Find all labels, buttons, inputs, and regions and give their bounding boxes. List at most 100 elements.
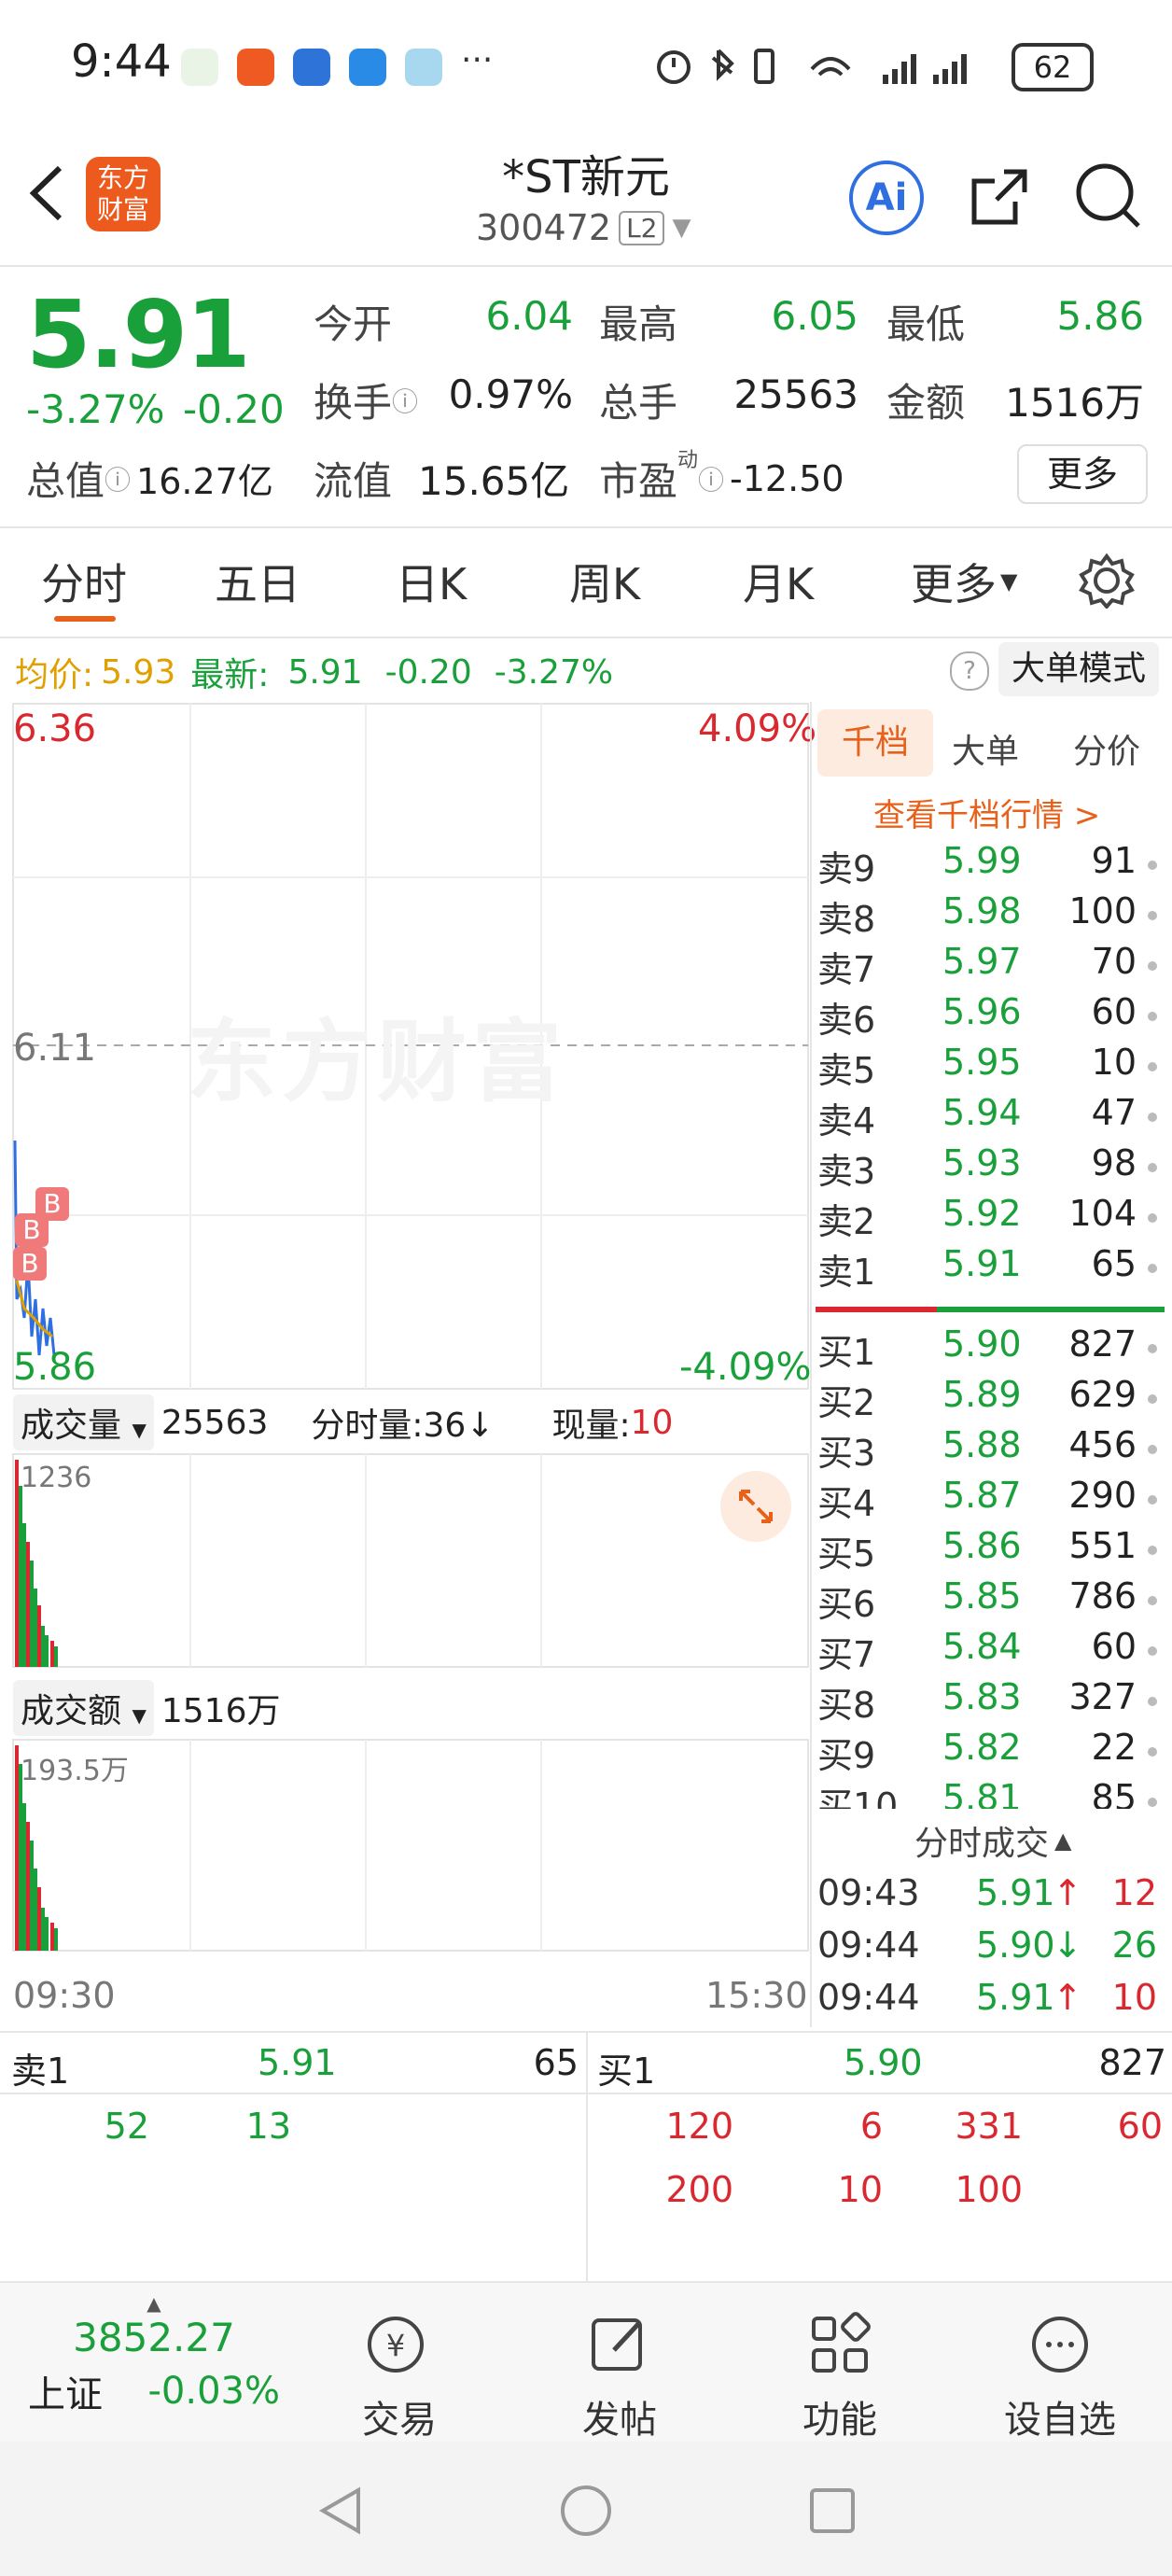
home-app-icon <box>181 49 218 86</box>
mktcap-wrap[interactable]: 总值 ⓘ 16.27亿 <box>26 450 273 507</box>
ask-level-row[interactable]: 卖8 5.98 100 <box>817 890 1163 941</box>
nav-functions[interactable]: 功能 <box>746 2389 933 2443</box>
caret-up-icon: ▲ <box>146 2292 161 2315</box>
share-button[interactable] <box>963 159 1038 237</box>
bid-level-row[interactable]: 买4 5.87 290 <box>817 1475 1163 1525</box>
time-end: 15:30 <box>705 1975 808 2016</box>
ask-level-row[interactable]: 卖7 5.97 70 <box>817 941 1163 991</box>
tick-panel-header[interactable]: 分时成交 ▲ <box>914 1816 1071 1865</box>
buy-order-qty: 331 <box>955 2106 1023 2147</box>
nav-trade[interactable]: 交易 <box>306 2389 493 2443</box>
ask-level-volume: 65 <box>1091 1243 1137 1284</box>
ask-level-row[interactable]: 卖6 5.96 60 <box>817 991 1163 1042</box>
stock-code-row[interactable]: 300472 L2 ▼ <box>476 207 691 248</box>
square-recents-icon <box>810 2488 855 2533</box>
volume-value: 25563 <box>733 371 858 417</box>
bid-level-row[interactable]: 买7 5.84 60 <box>817 1626 1163 1676</box>
volume-indicator-dropdown[interactable]: 成交量 ▼ <box>13 1394 154 1450</box>
tab-intraday[interactable]: 分时 <box>41 551 127 612</box>
bid-level-row[interactable]: 买2 5.89 629 <box>817 1374 1163 1424</box>
ask-level-volume: 91 <box>1091 840 1137 881</box>
ask-level-row[interactable]: 卖3 5.93 98 <box>817 1142 1163 1193</box>
queue-sell-label: 卖1 <box>11 2051 70 2092</box>
system-back-button[interactable] <box>314 2483 370 2542</box>
more-button[interactable]: 更多 <box>1017 444 1148 504</box>
system-recents-button[interactable] <box>804 2483 860 2542</box>
settings-button[interactable] <box>1079 553 1135 612</box>
big-order-mode-button[interactable]: 大单模式 <box>998 642 1159 696</box>
ask-level-row[interactable]: 卖4 5.94 47 <box>817 1092 1163 1142</box>
bid-level-label: 买1 <box>817 1332 876 1373</box>
tab-more[interactable]: 更多 ▼ <box>911 551 1017 612</box>
sell-order-qty: 13 <box>245 2106 291 2147</box>
tab-big-orders[interactable]: 大单 <box>952 724 1019 773</box>
ask-level-row[interactable]: 卖9 5.99 91 <box>817 840 1163 890</box>
ask-level-label: 卖9 <box>817 848 876 889</box>
tick-volume: 26 <box>1111 1925 1157 1966</box>
tab-price-distribution[interactable]: 分价 <box>1073 724 1140 773</box>
minute-volume: 分时量:36↓ <box>311 1407 495 1445</box>
bid-level-row[interactable]: 买3 5.88 456 <box>817 1424 1163 1475</box>
tick-row: 09:44 5.90 ↓ 26 <box>817 1925 1163 1975</box>
time-start: 09:30 <box>13 1975 116 2016</box>
logo-text-top: 东方 <box>96 162 149 193</box>
turnover-label-wrap[interactable]: 换手 ⓘ <box>314 371 418 428</box>
back-button[interactable] <box>22 161 69 226</box>
bid-level-price: 5.88 <box>942 1424 1022 1465</box>
buy-order-qty: 120 <box>665 2106 733 2147</box>
system-home-button[interactable] <box>558 2483 614 2542</box>
latest-value: 5.91 <box>287 652 363 692</box>
buy-marker[interactable]: B <box>15 1213 49 1247</box>
bid-level-volume: 456 <box>1068 1424 1137 1465</box>
bid-level-row[interactable]: 买1 5.90 827 <box>817 1323 1163 1374</box>
bid-level-label: 买2 <box>817 1382 876 1423</box>
queue-buy-price: 5.90 <box>844 2042 923 2083</box>
bid-level-row[interactable]: 买6 5.85 786 <box>817 1575 1163 1626</box>
tab-five-day[interactable]: 五日 <box>215 551 300 612</box>
watermark: 东方财富 <box>187 1010 567 1114</box>
index-value: 3852.27 <box>73 2315 235 2360</box>
bid-level-volume: 786 <box>1068 1575 1137 1617</box>
price-high-label: 6.36 <box>13 707 97 750</box>
tab-daily-k[interactable]: 日K <box>396 551 467 612</box>
nav-post[interactable]: 发帖 <box>526 2389 713 2443</box>
volume-dropdown-label: 成交量 <box>21 1407 122 1445</box>
level-badge: L2 <box>619 210 665 245</box>
sell-order-qty: 52 <box>104 2106 149 2147</box>
expand-chart-button[interactable] <box>720 1471 791 1542</box>
index-change: -0.03% <box>147 2370 280 2413</box>
view-depth-link[interactable]: 查看千档行情 > <box>873 790 1100 835</box>
index-name: 上证 <box>28 2373 103 2416</box>
latest-label: 最新: <box>190 656 270 694</box>
info-icon: ⓘ <box>698 464 725 496</box>
send-app-icon <box>237 49 274 86</box>
app-logo[interactable]: 东方 财富 <box>86 157 160 231</box>
ask-level-label: 卖6 <box>817 1000 876 1041</box>
market-index-widget[interactable]: ▲ 3852.27 上证 -0.03% <box>28 2292 280 2418</box>
stock-code: 300472 <box>476 207 612 248</box>
amount-indicator-dropdown[interactable]: 成交额 ▼ <box>13 1680 154 1736</box>
tab-weekly-k[interactable]: 周K <box>569 551 640 612</box>
help-icon[interactable]: ? <box>950 651 989 691</box>
avg-value: 5.93 <box>101 652 176 692</box>
tab-monthly-k[interactable]: 月K <box>743 551 814 612</box>
volume-max-label: 1236 <box>21 1462 92 1494</box>
ask-level-row[interactable]: 卖5 5.95 10 <box>817 1042 1163 1092</box>
search-button[interactable] <box>1071 159 1146 237</box>
triangle-back-icon <box>319 2486 360 2535</box>
ask-level-row[interactable]: 卖1 5.91 65 <box>817 1243 1163 1294</box>
ask-level-row[interactable]: 卖2 5.92 104 <box>817 1193 1163 1243</box>
pe-dynamic-mark: 动 <box>677 448 699 472</box>
buy-marker[interactable]: B <box>13 1247 47 1281</box>
nav-add-watchlist[interactable]: 设自选 <box>967 2389 1153 2443</box>
level-dot-icon <box>1148 1596 1157 1605</box>
gear-icon <box>1079 553 1135 610</box>
bid-level-row[interactable]: 买5 5.86 551 <box>817 1525 1163 1575</box>
ai-assistant-button[interactable]: Ai <box>849 161 924 235</box>
tick-direction-icon: ↑ <box>1053 1872 1082 1913</box>
pe-wrap[interactable]: 市盈 动 ⓘ -12.50 <box>599 449 844 507</box>
low-value: 5.86 <box>1056 293 1144 339</box>
tab-thousand-levels[interactable]: 千档 <box>817 709 933 777</box>
bid-level-row[interactable]: 买9 5.82 22 <box>817 1727 1163 1777</box>
bid-level-row[interactable]: 买8 5.83 327 <box>817 1676 1163 1727</box>
